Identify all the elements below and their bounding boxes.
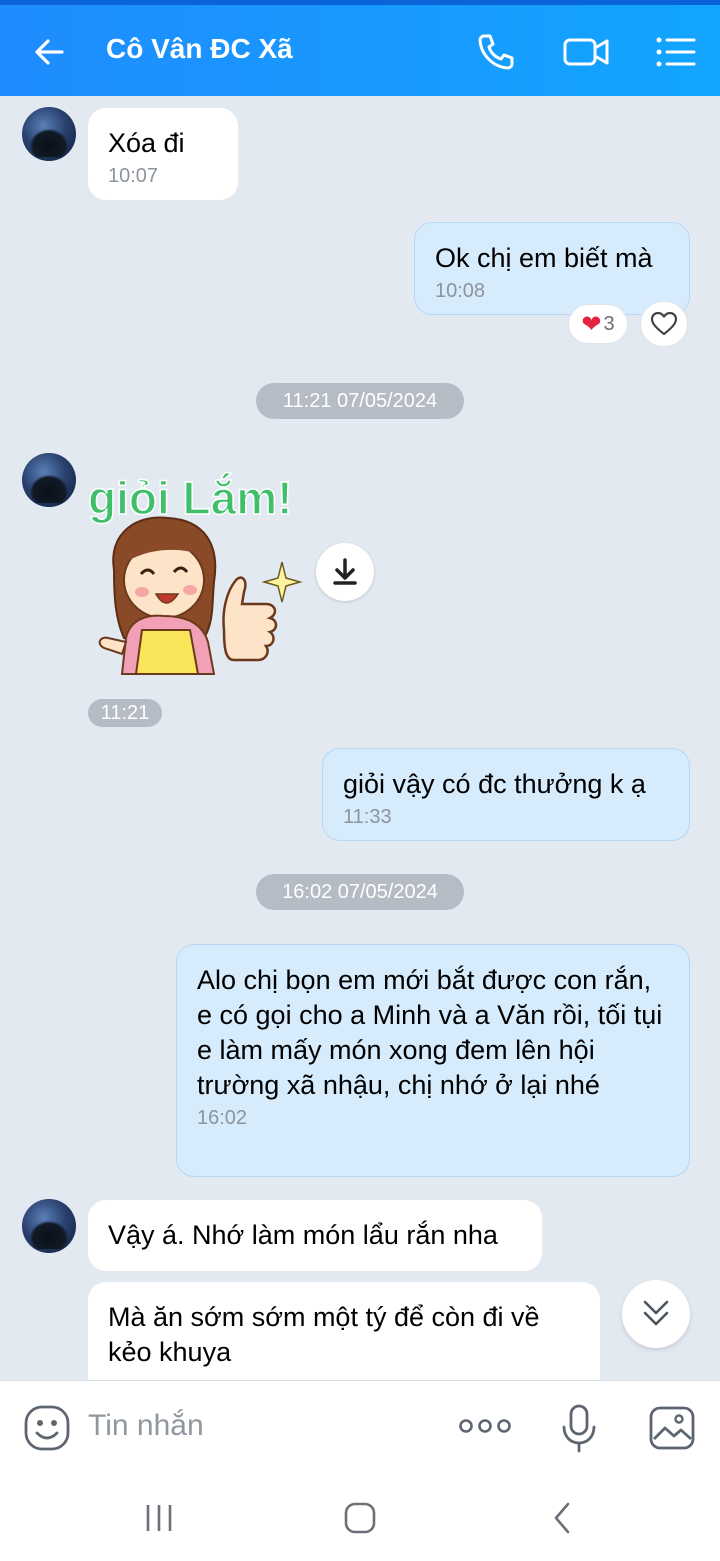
message-text: Vậy á. Nhớ làm món lẩu rắn nha: [108, 1220, 498, 1250]
message-list[interactable]: Xóa đi 10:07 Ok chị em biết mà 10:08 ❤ 3…: [0, 96, 720, 1380]
message-bubble[interactable]: Ok chị em biết mà 10:08: [414, 222, 690, 315]
double-chevron-down-icon: [643, 1300, 669, 1326]
message-text: Mà ăn sớm sớm một tý để còn đi về kẻo kh…: [108, 1302, 540, 1367]
video-camera-icon: [563, 38, 609, 66]
video-call-button[interactable]: [562, 28, 610, 76]
voice-button[interactable]: [560, 1403, 598, 1455]
recents-icon: [146, 1505, 172, 1531]
reaction-count: 3: [603, 312, 615, 335]
emoji-button[interactable]: [22, 1403, 72, 1453]
date-separator: 11:21 07/05/2024: [256, 383, 464, 419]
image-button[interactable]: [648, 1405, 696, 1451]
message-time: 16:02: [197, 1107, 248, 1129]
message-bubble[interactable]: Xóa đi 10:07: [88, 108, 238, 200]
react-button[interactable]: [640, 301, 688, 347]
avatar[interactable]: [22, 107, 76, 161]
reaction-badge[interactable]: ❤ 3: [568, 304, 628, 344]
home-icon: [344, 1502, 376, 1534]
message-time: 11:33: [343, 806, 392, 828]
home-button[interactable]: [342, 1500, 378, 1536]
download-icon: [333, 558, 357, 585]
avatar[interactable]: [22, 1199, 76, 1253]
phone-icon: [478, 34, 514, 70]
menu-button[interactable]: [652, 28, 700, 76]
status-strip: [0, 0, 720, 5]
heart-icon: ❤: [581, 310, 602, 338]
microphone-icon: [562, 1404, 596, 1453]
message-text: giỏi vậy có đc thưởng k ạ: [343, 769, 646, 799]
message-time: 11:21: [88, 699, 162, 727]
avatar[interactable]: [22, 453, 76, 507]
date-separator: 16:02 07/05/2024: [256, 874, 464, 910]
back-chevron-icon: [554, 1502, 570, 1534]
sticker-text: giỏi Lắm!: [88, 472, 292, 524]
system-back-button[interactable]: [548, 1500, 576, 1536]
thumbs-up-girl-sticker: giỏi Lắm!: [87, 471, 303, 675]
message-time: 10:07: [108, 165, 159, 187]
message-time: 10:08: [435, 280, 486, 302]
more-dots-icon: [459, 1419, 511, 1433]
heart-outline-icon: [650, 311, 678, 336]
image-icon: [649, 1406, 695, 1450]
sticker-message[interactable]: giỏi Lắm!: [86, 452, 316, 682]
message-bubble[interactable]: Vậy á. Nhớ làm món lẩu rắn nha: [88, 1200, 542, 1271]
chat-title[interactable]: Cô Vân ĐC Xã: [106, 33, 293, 65]
list-menu-icon: [656, 37, 696, 67]
emoji-icon: [24, 1405, 70, 1451]
chat-header: Cô Vân ĐC Xã: [0, 0, 720, 96]
system-nav-bar: [0, 1472, 720, 1561]
more-button[interactable]: [458, 1411, 512, 1441]
download-button[interactable]: [316, 543, 374, 601]
message-bubble[interactable]: giỏi vậy có đc thưởng k ạ 11:33: [322, 748, 690, 841]
back-button[interactable]: [28, 30, 76, 74]
call-button[interactable]: [472, 28, 520, 76]
arrow-left-icon: [35, 39, 64, 65]
recents-button[interactable]: [140, 1502, 180, 1534]
composer-bar: Tin nhắn: [0, 1380, 720, 1472]
message-input[interactable]: Tin nhắn: [88, 1409, 204, 1443]
message-text: Xóa đi: [108, 128, 185, 158]
message-text: Alo chị bọn em mới bắt được con rắn, e c…: [197, 965, 663, 1100]
message-text: Ok chị em biết mà: [435, 243, 653, 273]
message-bubble[interactable]: Alo chị bọn em mới bắt được con rắn, e c…: [176, 944, 690, 1177]
message-bubble[interactable]: Mà ăn sớm sớm một tý để còn đi về kẻo kh…: [88, 1282, 600, 1380]
scroll-to-bottom-button[interactable]: [622, 1280, 690, 1348]
